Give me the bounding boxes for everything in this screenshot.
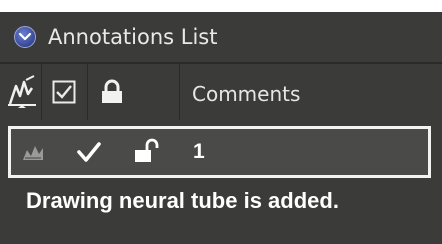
chevron-down-icon xyxy=(18,32,32,41)
drawing-icon xyxy=(23,146,43,160)
column-drawing[interactable] xyxy=(0,64,42,120)
checkbox-icon xyxy=(52,80,76,104)
unlock-icon[interactable] xyxy=(133,138,161,166)
checkmark-icon[interactable] xyxy=(77,141,101,163)
drawing-icon xyxy=(8,75,36,108)
table-row[interactable]: 1 xyxy=(8,126,431,178)
panel-title: Annotations List xyxy=(48,25,218,49)
column-checkbox[interactable] xyxy=(42,64,88,120)
column-header-row: Comments xyxy=(0,64,442,120)
lock-icon xyxy=(102,79,122,103)
top-cropped-text xyxy=(0,0,442,12)
caption-text: Drawing neural tube is added. xyxy=(26,188,339,213)
collapse-button[interactable] xyxy=(14,26,36,48)
panel-header: Annotations List xyxy=(0,12,442,62)
row-id: 1 xyxy=(193,140,205,163)
comments-column-label[interactable]: Comments xyxy=(192,82,300,106)
column-lock[interactable] xyxy=(88,64,180,120)
